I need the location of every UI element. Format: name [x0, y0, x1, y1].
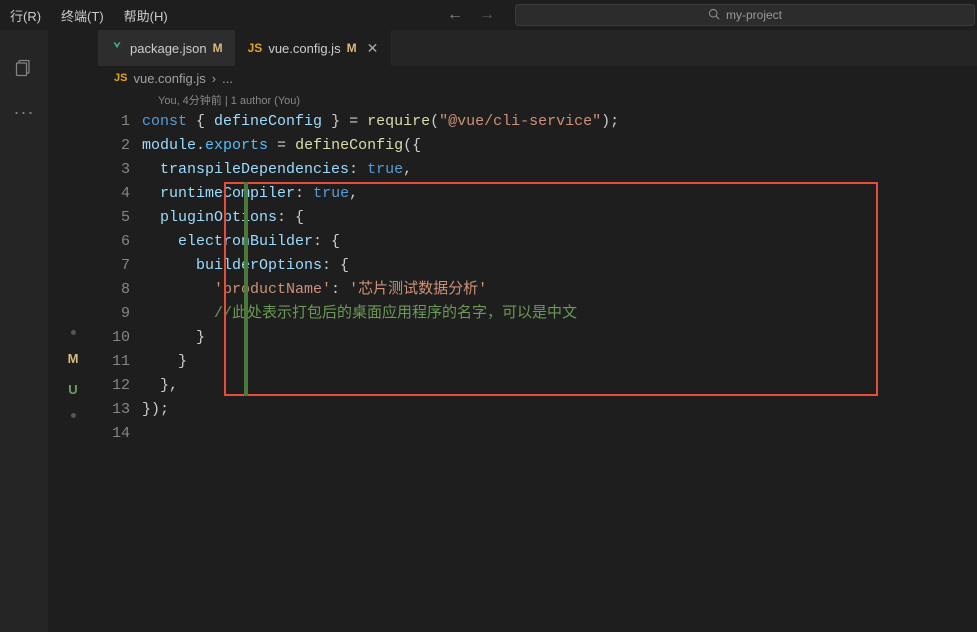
- line-number: 3: [98, 158, 142, 182]
- breadcrumb[interactable]: JS vue.config.js › ...: [98, 66, 977, 90]
- explorer-collapse-icon[interactable]: [12, 56, 36, 80]
- chevron-right-icon: ›: [212, 71, 216, 86]
- nav-forward-icon[interactable]: →: [479, 6, 495, 24]
- js-file-icon: JS: [248, 41, 263, 55]
- line-number: 4: [98, 182, 142, 206]
- breadcrumb-file: vue.config.js: [133, 71, 205, 86]
- tab-modified-badge: M: [347, 41, 357, 55]
- line-number: 10: [98, 326, 142, 350]
- code-editor[interactable]: 1const { defineConfig } = require("@vue/…: [98, 110, 977, 446]
- modified-dot-icon: [71, 330, 76, 335]
- codelens-author[interactable]: You, 4分钟前 | 1 author (You): [98, 92, 977, 108]
- tab-bar: package.json M JS vue.config.js M ✕: [98, 30, 977, 66]
- status-m: M: [68, 351, 79, 366]
- activity-bar: ···: [0, 30, 48, 632]
- modified-dot-icon: [71, 413, 76, 418]
- line-number: 9: [98, 302, 142, 326]
- menu-bar: 行(R) 终端(T) 帮助(H): [0, 2, 178, 29]
- nav-back-icon[interactable]: ←: [447, 6, 463, 24]
- line-number: 8: [98, 278, 142, 302]
- js-file-icon: JS: [114, 72, 127, 84]
- line-number: 14: [98, 422, 142, 446]
- tab-package-json[interactable]: package.json M: [98, 30, 236, 66]
- tab-modified-badge: M: [213, 41, 223, 55]
- menu-run[interactable]: 行(R): [0, 2, 51, 29]
- menu-terminal[interactable]: 终端(T): [51, 2, 114, 29]
- line-number: 6: [98, 230, 142, 254]
- line-number: 12: [98, 374, 142, 398]
- menu-help[interactable]: 帮助(H): [114, 2, 178, 29]
- line-number: 13: [98, 398, 142, 422]
- line-number: 11: [98, 350, 142, 374]
- tab-label: vue.config.js: [268, 41, 340, 56]
- nav-arrows: ← →: [447, 6, 495, 24]
- close-icon[interactable]: ✕: [367, 40, 379, 57]
- file-status-strip: M U: [48, 30, 98, 632]
- line-number: 7: [98, 254, 142, 278]
- line-number: 2: [98, 134, 142, 158]
- more-icon[interactable]: ···: [12, 100, 36, 124]
- status-u: U: [68, 382, 77, 397]
- json-file-icon: [110, 40, 124, 57]
- line-number: 1: [98, 110, 142, 134]
- tab-vue-config[interactable]: JS vue.config.js M ✕: [236, 30, 392, 66]
- search-icon: [708, 8, 720, 23]
- breadcrumb-more: ...: [222, 71, 233, 86]
- tab-label: package.json: [130, 41, 207, 56]
- search-text: my-project: [726, 8, 782, 22]
- line-number: 5: [98, 206, 142, 230]
- command-center[interactable]: my-project: [515, 4, 975, 26]
- diff-added-bar: [244, 182, 248, 396]
